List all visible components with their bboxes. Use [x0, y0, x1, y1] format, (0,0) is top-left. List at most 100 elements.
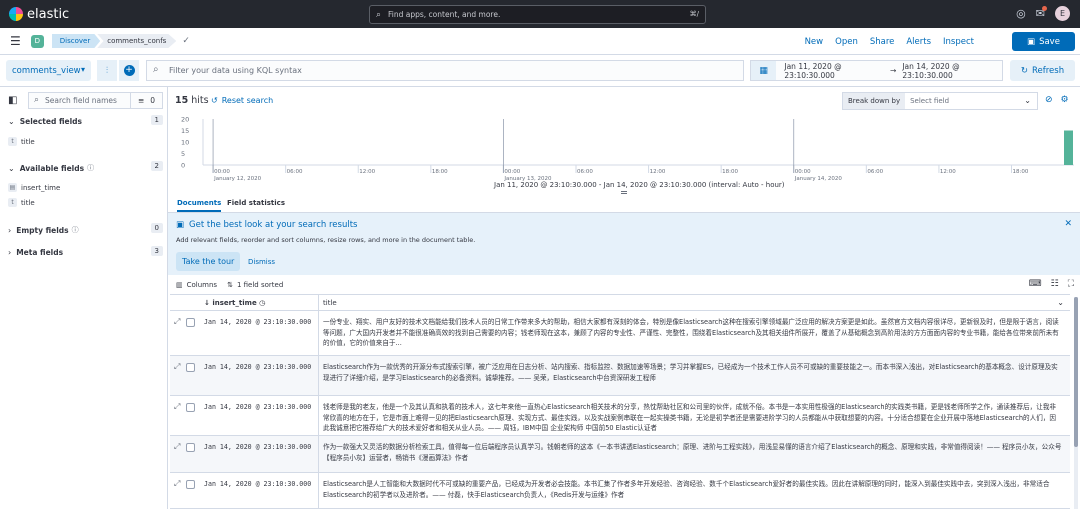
saved-check-icon: ✓: [182, 36, 190, 46]
field-filter-button[interactable]: ≡ 0: [130, 93, 162, 108]
fullscreen-icon[interactable]: ⛶: [1068, 279, 1074, 289]
tab-documents[interactable]: Documents: [177, 199, 222, 212]
table-row[interactable]: ⤢ Jan 14, 2020 @ 23:10:30.000 钱老师是我的老友，他是一…: [170, 396, 1070, 436]
refresh-button[interactable]: ↻ Refresh: [1010, 60, 1075, 81]
search-icon: ⌕: [34, 95, 40, 105]
sort-button[interactable]: ⇅ 1 field sorted: [227, 281, 283, 289]
x-tick-label: 00:00: [504, 169, 520, 175]
grid-toolbar: ▥ Columns ⇅ 1 field sorted ⌨ ☷ ⛶: [168, 277, 1080, 293]
filter-menu-button[interactable]: ⫶: [97, 60, 117, 81]
reset-search-button[interactable]: ↺ Reset search: [211, 96, 273, 105]
field-item-insert-time[interactable]: ▤ insert_time: [8, 183, 60, 192]
search-icon: ⌕: [376, 10, 382, 20]
search-icon: ⌕: [153, 64, 159, 75]
index-pattern-selector[interactable]: comments_view ▾: [6, 60, 91, 81]
available-fields-section[interactable]: ⌄ Available fields ⓘ 2: [8, 161, 163, 173]
chart-options-icon[interactable]: ⚙: [1061, 95, 1069, 105]
grid-header: ↓ insert_time ◷ title ⌄: [170, 294, 1070, 311]
news-feed-icon[interactable]: ✉: [1036, 6, 1048, 20]
breakdown-select[interactable]: Break down by Select field ⌄: [842, 92, 1038, 110]
table-row[interactable]: ⤢ Jan 14, 2020 @ 23:10:30.000 Elasticsearc…: [170, 473, 1070, 509]
kql-search-input[interactable]: ⌕ Filter your data using KQL syntax: [146, 60, 744, 81]
close-icon[interactable]: ✕: [1064, 219, 1072, 229]
open-link[interactable]: Open: [835, 37, 858, 47]
sidebar-toggle-icon[interactable]: ◧: [8, 95, 17, 106]
chevron-down-icon: ⌄: [1024, 96, 1031, 105]
date-picker[interactable]: ▦ Jan 11, 2020 @ 23:10:30.000 → Jan 14, …: [750, 60, 1003, 81]
help-icon[interactable]: ◎: [1016, 7, 1026, 20]
row-height-icon[interactable]: ☷: [1051, 279, 1059, 289]
expand-icon[interactable]: ⤢: [174, 442, 180, 452]
take-tour-button[interactable]: Take the tour: [176, 252, 241, 271]
meta-fields-section[interactable]: › Meta fields 3: [8, 246, 163, 257]
chevron-down-icon[interactable]: ⌄: [1057, 298, 1064, 307]
clock-icon: ◷: [259, 299, 266, 307]
field-item-title[interactable]: t title: [8, 137, 35, 146]
table-row[interactable]: ⤢ Jan 14, 2020 @ 23:10:30.000 Elasticsearc…: [170, 356, 1070, 396]
share-link[interactable]: Share: [870, 37, 895, 47]
expand-icon[interactable]: ⤢: [174, 317, 180, 327]
info-icon[interactable]: ⓘ: [87, 163, 94, 173]
add-filter-button[interactable]: +: [119, 60, 139, 81]
inspect-link[interactable]: Inspect: [943, 37, 974, 47]
info-icon[interactable]: ⓘ: [72, 225, 79, 235]
calendar-icon[interactable]: ▦: [751, 61, 777, 80]
visualize-icon[interactable]: ⊘: [1045, 95, 1053, 105]
column-header-insert-time[interactable]: ↓ insert_time ◷: [204, 299, 265, 307]
expand-icon[interactable]: ⤢: [174, 402, 180, 412]
reset-label: Reset search: [221, 96, 274, 105]
alerts-link[interactable]: Alerts: [906, 37, 931, 47]
search-shortcut: ⌘/: [689, 10, 699, 18]
menu-icon[interactable]: ☰: [10, 34, 21, 48]
keyboard-icon[interactable]: ⌨: [1029, 279, 1042, 289]
save-button[interactable]: ▣ Save: [1012, 32, 1075, 51]
columns-button[interactable]: ▥ Columns: [176, 281, 217, 289]
new-link[interactable]: New: [805, 37, 824, 47]
global-search-placeholder: Find apps, content, and more.: [388, 10, 501, 19]
global-search-input[interactable]: ⌕ Find apps, content, and more. ⌘/: [369, 5, 706, 24]
y-tick-label: 15: [181, 127, 189, 135]
save-label: Save: [1039, 36, 1060, 47]
tab-field-statistics[interactable]: Field statistics: [227, 199, 285, 207]
expand-icon[interactable]: ⤢: [174, 362, 180, 372]
column-header-title[interactable]: title: [323, 299, 337, 307]
elastic-logo[interactable]: elastic: [9, 7, 69, 22]
histogram-bar: [1064, 130, 1073, 165]
table-row[interactable]: ⤢ Jan 14, 2020 @ 23:10:30.000 一份专业、翔实、用户友好…: [170, 311, 1070, 356]
row-checkbox[interactable]: [186, 479, 196, 489]
cell-title: 作为一款强大又灵活的数据分析检索工具，值得每一位后端程序员认真学习。钱朝老师的这…: [323, 443, 1062, 462]
index-pattern-label: comments_view: [12, 65, 81, 76]
app-menu-bar: ☰ D Discover comments_confs ✓ New Open S…: [0, 28, 1080, 55]
space-avatar[interactable]: D: [30, 34, 44, 48]
filter-icon: ≡: [137, 96, 145, 105]
cell-insert-time: Jan 14, 2020 @ 23:10:30.000: [204, 363, 312, 371]
row-checkbox[interactable]: [186, 442, 196, 452]
x-tick-label: 18:00: [1012, 169, 1028, 175]
table-row[interactable]: ⤢ Jan 14, 2020 @ 23:10:30.000 作为一款强大又灵活的数据…: [170, 436, 1070, 473]
breadcrumb-discover[interactable]: Discover: [51, 34, 101, 48]
row-checkbox[interactable]: [186, 317, 196, 327]
grid-scrollbar[interactable]: [1074, 297, 1078, 509]
x-tick-label: 12:00: [650, 169, 666, 175]
row-checkbox[interactable]: [186, 402, 196, 412]
field-search-input[interactable]: ⌕ Search field names ≡ 0: [28, 92, 163, 109]
filter-icon: ⫶: [105, 65, 109, 76]
date-start[interactable]: Jan 11, 2020 @ 23:10:30.000: [784, 62, 884, 80]
empty-fields-section[interactable]: › Empty fields ⓘ 0: [8, 223, 163, 235]
field-name: insert_time: [21, 183, 61, 192]
expand-icon[interactable]: ⤢: [174, 479, 180, 489]
selected-fields-section[interactable]: ⌄ Selected fields 1: [8, 115, 163, 126]
field-item-title[interactable]: t title: [8, 198, 35, 207]
date-end[interactable]: Jan 14, 2020 @ 23:10:30.000: [902, 62, 1002, 80]
dismiss-button[interactable]: Dismiss: [248, 258, 275, 266]
sort-icon: ⇅: [227, 281, 233, 289]
chevron-down-icon: ⌄: [8, 163, 15, 173]
column-divider: [318, 356, 319, 395]
resize-handle-icon[interactable]: [621, 191, 627, 194]
user-avatar[interactable]: E: [1055, 6, 1070, 21]
column-divider: [318, 396, 319, 435]
plus-icon: +: [123, 65, 135, 76]
row-checkbox[interactable]: [186, 362, 196, 372]
scrollbar-thumb[interactable]: [1074, 297, 1078, 447]
breadcrumb: Discover comments_confs: [51, 34, 177, 48]
